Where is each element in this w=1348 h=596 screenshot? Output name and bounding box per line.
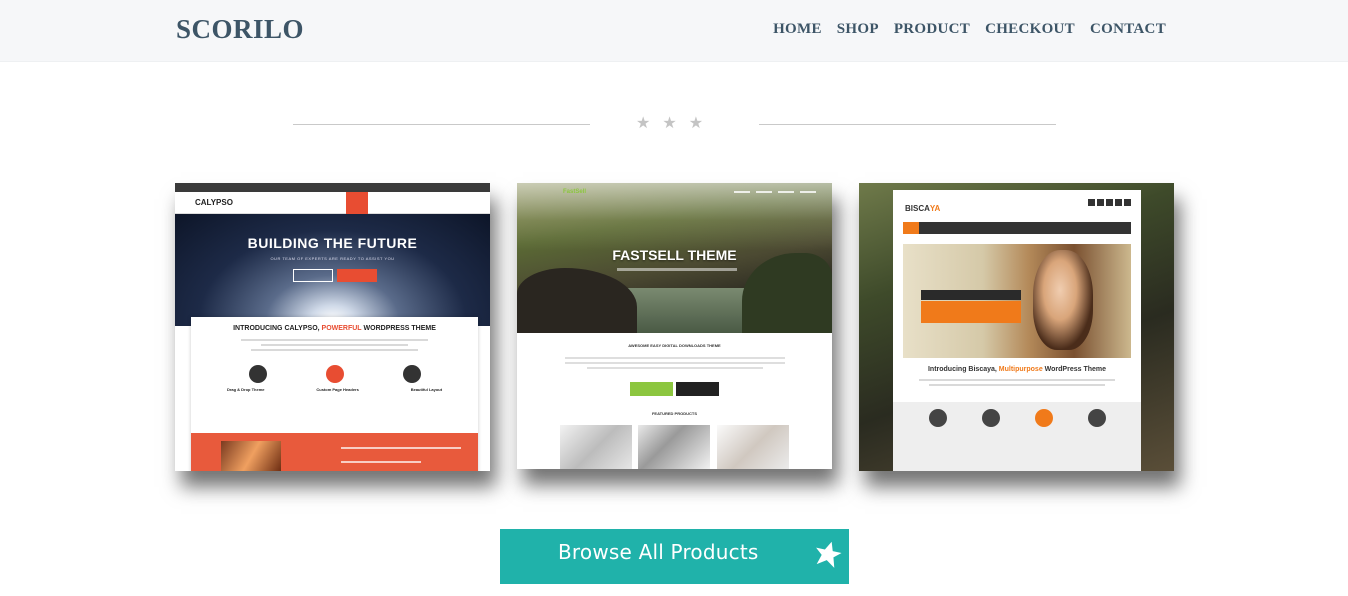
gears-icon	[928, 409, 947, 427]
wand-icon	[1034, 409, 1053, 427]
nav-product[interactable]: PRODUCT	[894, 21, 970, 38]
star-badge-icon	[816, 541, 842, 568]
thumb-hero-image: FastSell FASTSELL THEME	[517, 183, 832, 333]
nav-checkout[interactable]: CHECKOUT	[985, 21, 1075, 38]
divider-line-right	[759, 124, 1056, 125]
thumb-logo: BISCAYA	[905, 204, 941, 213]
thumb-feature-icons	[191, 365, 478, 383]
thumb-hero-button	[337, 269, 377, 282]
thumb-text-line	[261, 344, 408, 346]
divider-line-left	[293, 124, 590, 125]
star-icon: ★	[688, 113, 704, 132]
thumb-hero-title: FASTSELL THEME	[612, 247, 737, 263]
thumb-text-line	[919, 379, 1115, 381]
thumb-hero-image	[903, 244, 1131, 358]
trophy-icon	[325, 365, 344, 383]
thumb-navbar: CALYPSO	[175, 192, 490, 214]
thumb-menu	[734, 191, 816, 193]
thumb-menu	[346, 192, 478, 214]
thumb-logo: CALYPSO	[195, 198, 233, 207]
product-card-fastsell[interactable]: FastSell FASTSELL THEME AWESOME EASY DIG…	[517, 183, 832, 469]
thumb-promo-band	[191, 433, 478, 471]
thumb-button	[676, 382, 719, 396]
star-icon: ★	[636, 113, 651, 132]
thumb-product-image	[560, 425, 632, 469]
thumb-text-line	[565, 362, 785, 364]
thumb-featured-label: FEATURED PRODUCTS	[651, 411, 698, 416]
divider-stars: ★ ★ ★	[636, 112, 703, 134]
browse-all-products-button[interactable]: Browse All Products	[500, 529, 849, 584]
thumb-heading: Introducing Biscaya, Multipurpose WordPr…	[927, 366, 1107, 373]
bulb-icon	[402, 365, 421, 383]
thumb-heading: AWESOME EASY DIGITAL DOWNLOADS THEME	[628, 343, 721, 348]
send-icon	[248, 365, 267, 383]
thumb-feature-labels: Drag & Drop Theme Custom Page Headers Be…	[226, 387, 443, 392]
main-nav: HOME SHOP PRODUCT CHECKOUT CONTACT	[773, 21, 1166, 38]
thumb-page: BISCAYA Introducing Biscaya, Multipurpos…	[893, 190, 1141, 471]
browse-button-label: Browse All Products	[558, 540, 759, 564]
thumb-social-icons	[1088, 199, 1131, 206]
thumb-hero-subtitle: OUR TEAM OF EXPERTS ARE READY TO ASSIST …	[270, 256, 395, 261]
thumb-button	[630, 382, 673, 396]
thumb-product-image	[638, 425, 710, 469]
thumb-text-line	[565, 357, 785, 359]
site-header: SCORILO HOME SHOP PRODUCT CHECKOUT CONTA…	[0, 0, 1348, 62]
thumb-heading: INTRODUCING CALYPSO, POWERFUL WORDPRESS …	[233, 325, 436, 332]
thumb-logo: FastSell	[563, 189, 587, 195]
star-icon: ★	[662, 113, 677, 132]
nav-shop[interactable]: SHOP	[837, 21, 879, 38]
product-card-calypso[interactable]: CALYPSO BUILDING THE FUTURE OUR TEAM OF …	[175, 183, 490, 471]
thumb-menu	[903, 222, 1131, 234]
thumb-text-line	[587, 367, 763, 369]
product-card-biscaya[interactable]: BISCAYA Introducing Biscaya, Multipurpos…	[859, 183, 1174, 471]
trophy-icon	[1087, 409, 1106, 427]
thumb-feature-icons	[893, 409, 1141, 427]
thumb-text-line	[929, 384, 1105, 386]
thumb-text-line	[241, 339, 428, 341]
nav-home[interactable]: HOME	[773, 21, 822, 38]
nav-contact[interactable]: CONTACT	[1090, 21, 1166, 38]
thumb-text-line	[251, 349, 418, 351]
thumb-product-image	[717, 425, 789, 469]
brush-icon	[981, 409, 1000, 427]
thumb-hero-button	[293, 269, 333, 282]
site-logo[interactable]: SCORILO	[176, 14, 304, 45]
thumb-topbar	[175, 183, 490, 192]
thumb-hero-title: BUILDING THE FUTURE	[247, 235, 418, 251]
thumb-promo-image	[221, 441, 281, 471]
